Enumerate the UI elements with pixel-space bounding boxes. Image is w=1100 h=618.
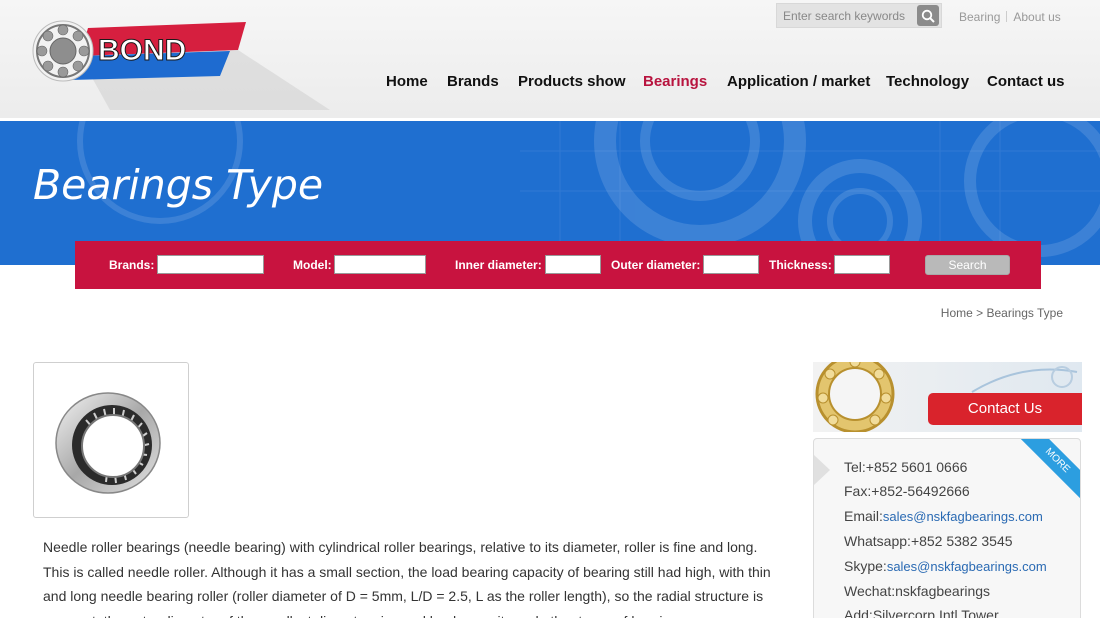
thickness-field[interactable] [834,255,890,274]
nav-item-contact-us[interactable]: Contact us [987,73,1065,90]
nav-item-products-show[interactable]: Products show [518,73,626,90]
product-image-frame[interactable] [33,362,189,518]
model-field[interactable] [334,255,426,274]
filter-search-button[interactable]: Search [925,255,1010,275]
search-icon [921,9,935,23]
search-input[interactable] [777,4,915,27]
outer-diameter-label: Outer diameter: [611,258,701,272]
contact-email: Email:sales@nskfagbearings.com [844,507,1043,524]
gold-bearing-icon [815,362,895,432]
brands-field[interactable] [157,255,264,274]
wechat-value: nskfagbearings [895,583,991,600]
chevron-right-icon [814,455,830,485]
product-description: Needle roller bearings (needle bearing) … [43,539,771,618]
tel-value: +852 5601 0666 [865,459,968,475]
contact-wechat: Wechat:nskfagbearings [844,583,991,600]
fax-value: +852-56492666 [871,483,970,500]
breadcrumb-home[interactable]: Home [941,306,973,320]
breadcrumb-separator: > [976,306,984,320]
inner-diameter-field[interactable] [545,255,601,274]
top-link-about-us[interactable]: About us [1013,10,1060,24]
model-label: Model: [293,258,332,272]
outer-diameter-field[interactable] [703,255,759,274]
top-links: Bearing About us [959,10,1061,24]
contact-address: Add:Silvercorp Intl Tower, [844,603,1047,618]
site-header: BOND Bearing About us Home Brands Product… [0,0,1100,118]
brands-label: Brands: [109,258,155,272]
contact-fax: Fax:+852-56492666 [844,483,970,500]
inner-diameter-label: Inner diameter: [455,258,542,272]
search-box [776,3,942,28]
nav-item-application-market[interactable]: Application / market [727,73,870,90]
top-link-bearing[interactable]: Bearing [959,10,1000,24]
bond-logo[interactable]: BOND [30,18,330,110]
email-link[interactable]: sales@nskfagbearings.com [883,509,1043,524]
needle-roller-bearing-image [55,392,161,494]
page-title: Bearings Type [33,161,324,209]
thickness-label: Thickness: [769,258,832,272]
nav-item-brands[interactable]: Brands [447,73,499,90]
contact-info-box: MORE Tel:+852 5601 0666 Fax:+852-5649266… [813,438,1081,618]
address-value: Silvercorp Intl Tower, [872,607,1002,618]
breadcrumb-current: Bearings Type [986,306,1064,320]
skype-link[interactable]: sales@nskfagbearings.com [887,559,1047,574]
contact-us-button[interactable]: Contact Us [928,393,1082,425]
bearing-filter-bar: Brands: Model: Inner diameter: Outer dia… [75,241,1041,289]
whatsapp-value: +852 5382 3545 [910,533,1013,550]
breadcrumb: Home > Bearings Type [941,306,1063,320]
nav-item-technology[interactable]: Technology [886,73,969,90]
contact-list: Tel:+852 5601 0666 Fax:+852-56492666 Ema… [844,455,1047,618]
logo-text: BOND [98,34,186,67]
nav-item-home[interactable]: Home [386,73,428,90]
contact-tel: Tel:+852 5601 0666 [844,459,968,475]
contact-skype: Skype:sales@nskfagbearings.com [844,557,1047,574]
search-button[interactable] [917,5,939,26]
nav-item-bearings[interactable]: Bearings [643,73,707,90]
top-link-divider [1006,11,1008,22]
contact-whatsapp: Whatsapp:+852 5382 3545 [844,533,1013,550]
